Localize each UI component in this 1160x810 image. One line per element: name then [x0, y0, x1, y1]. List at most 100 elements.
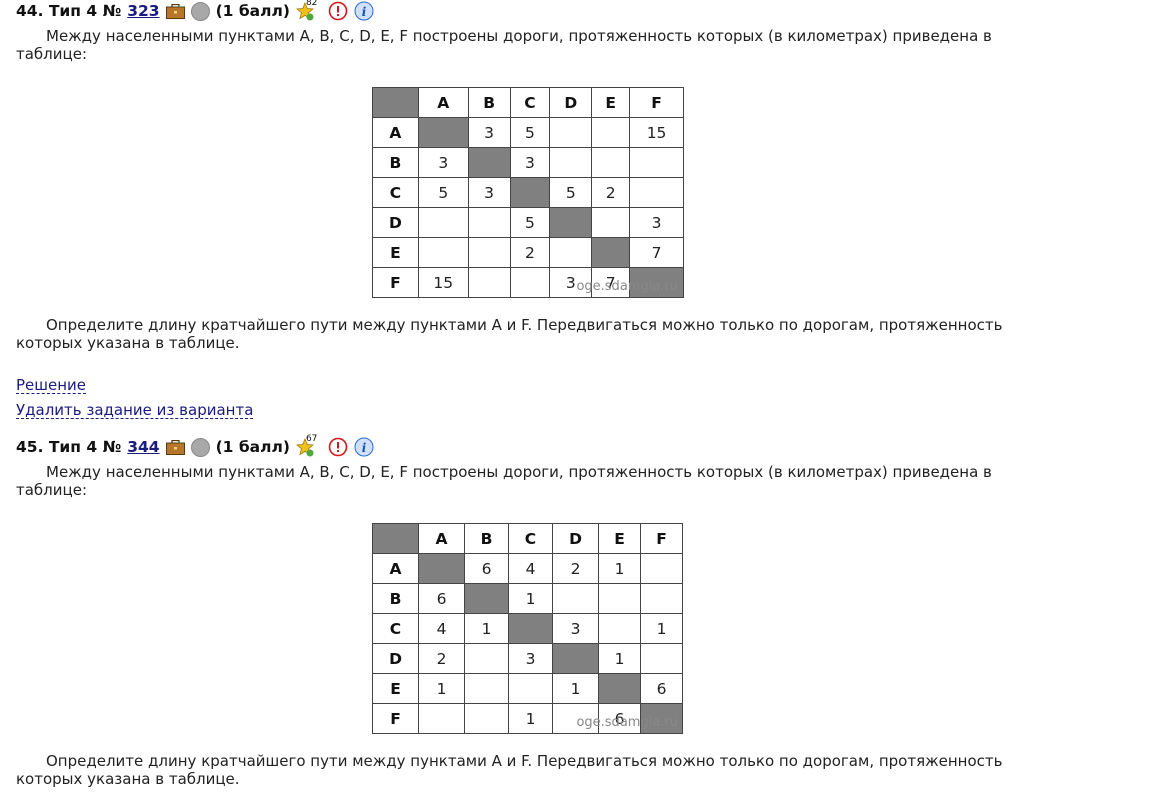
problem-id-link[interactable]: 344 [127, 438, 159, 456]
svg-text:i: i [362, 5, 367, 19]
table-cell [509, 267, 551, 298]
table-cell: 2 [418, 643, 465, 674]
table-cell: 6 [418, 583, 465, 614]
table-cell [467, 147, 511, 178]
warning-icon[interactable] [328, 437, 348, 457]
col-header: A [417, 87, 469, 118]
table-cell: 6 [464, 553, 509, 584]
problem-id-link[interactable]: 323 [127, 2, 159, 20]
table-cell [508, 673, 553, 704]
table-cell: 3 [552, 613, 599, 644]
table-row: B 3 3 [372, 147, 684, 178]
table-cell [598, 583, 641, 614]
col-header: C [508, 523, 553, 554]
star-icon[interactable]: 67 [295, 434, 322, 458]
table-cell [509, 177, 551, 208]
table-cell [467, 207, 511, 238]
table-cell [464, 643, 509, 674]
briefcase-icon[interactable] [165, 3, 185, 19]
table-cell [640, 583, 683, 614]
col-header: F [640, 523, 683, 554]
col-header: C [509, 87, 551, 118]
problem-number: 45. Тип 4 № [16, 438, 122, 456]
info-icon[interactable]: i [354, 1, 374, 21]
table-row: A 3 5 15 [372, 117, 684, 148]
table-cell: 5 [509, 207, 551, 238]
row-header: E [372, 237, 419, 268]
star-count: 67 [305, 434, 318, 444]
warning-icon[interactable] [328, 1, 348, 21]
table-cell [417, 237, 469, 268]
table-cell: 1 [418, 673, 465, 704]
problem-question: Определите длину кратчайшего пути между … [16, 316, 1003, 352]
table-cell: 4 [418, 613, 465, 644]
table-cell: 15 [629, 117, 684, 148]
table-cell: 1 [598, 553, 641, 584]
table-cell [418, 703, 465, 734]
row-header: C [372, 177, 419, 208]
table-cell: 5 [549, 177, 593, 208]
circle-icon[interactable] [190, 1, 210, 21]
star-icon[interactable]: 82 [295, 0, 322, 22]
circle-icon[interactable] [190, 437, 210, 457]
row-header: D [372, 207, 419, 238]
table-cell [467, 237, 511, 268]
remove-task-link[interactable]: Удалить задание из варианта [16, 402, 254, 419]
table-cell: 1 [598, 643, 641, 674]
table-row: E 1 1 6 [372, 673, 683, 704]
table-cell [464, 583, 509, 614]
table-row: D 2 3 1 [372, 643, 683, 674]
row-header: B [372, 147, 419, 178]
row-header: A [372, 117, 419, 148]
solution-link[interactable]: Решение [16, 377, 87, 394]
row-header: F [372, 703, 419, 734]
distance-table: A B C D E F A 6 4 2 1 B 6 1 C 4 1 3 1 D … [372, 523, 683, 734]
table-row: D 5 3 [372, 207, 684, 238]
col-header: E [598, 523, 641, 554]
problem-points: (1 балл) [215, 438, 290, 456]
star-count: 82 [305, 0, 318, 8]
table-header-row: A B C D E F [372, 523, 683, 554]
table-cell [508, 613, 553, 644]
table-cell: 3 [629, 207, 684, 238]
table-cell [598, 613, 641, 644]
col-header: D [552, 523, 599, 554]
svg-text:i: i [362, 441, 367, 455]
table-cell: 3 [467, 117, 511, 148]
table-cell [549, 237, 593, 268]
table-cell [591, 207, 631, 238]
table-cell [552, 583, 599, 614]
row-header: C [372, 613, 419, 644]
table-cell [591, 237, 631, 268]
problem-header: 44. Тип 4 № 323 (1 балл) 82 i [16, 0, 1046, 22]
table-cell [549, 117, 593, 148]
problem-question: Определите длину кратчайшего пути между … [16, 752, 1003, 788]
table-cell: 2 [591, 177, 631, 208]
table-cell [598, 673, 641, 704]
col-header: F [629, 87, 684, 118]
table-cell: 5 [509, 117, 551, 148]
col-header: E [591, 87, 631, 118]
table-cell: 6 [640, 673, 683, 704]
problem-header: 45. Тип 4 № 344 (1 балл) 67 i [16, 434, 1046, 458]
briefcase-icon[interactable] [165, 439, 185, 455]
table-cell [467, 267, 511, 298]
table-header-row: A B C D E F [372, 87, 684, 118]
col-header: D [549, 87, 593, 118]
table-cell [629, 147, 684, 178]
info-icon[interactable]: i [354, 437, 374, 457]
table-row: B 6 1 [372, 583, 683, 614]
table-row: E 2 7 [372, 237, 684, 268]
table-cell [417, 207, 469, 238]
table-cell [640, 643, 683, 674]
distance-table-wrap: A B C D E F A 3 5 15 B 3 3 C 5 3 5 2 D 5… [372, 87, 684, 298]
distance-table-wrap: A B C D E F A 6 4 2 1 B 6 1 C 4 1 3 1 D … [372, 523, 684, 734]
row-header: A [372, 553, 419, 584]
table-cell [418, 553, 465, 584]
table-cell [417, 117, 469, 148]
table-cell [464, 703, 509, 734]
problem-45: 45. Тип 4 № 344 (1 балл) 67 i Между насе… [16, 434, 1046, 788]
problem-statement: Между населенными пунктами A, B, C, D, E… [16, 27, 992, 63]
row-header: D [372, 643, 419, 674]
distance-table: A B C D E F A 3 5 15 B 3 3 C 5 3 5 2 D 5… [372, 87, 684, 298]
